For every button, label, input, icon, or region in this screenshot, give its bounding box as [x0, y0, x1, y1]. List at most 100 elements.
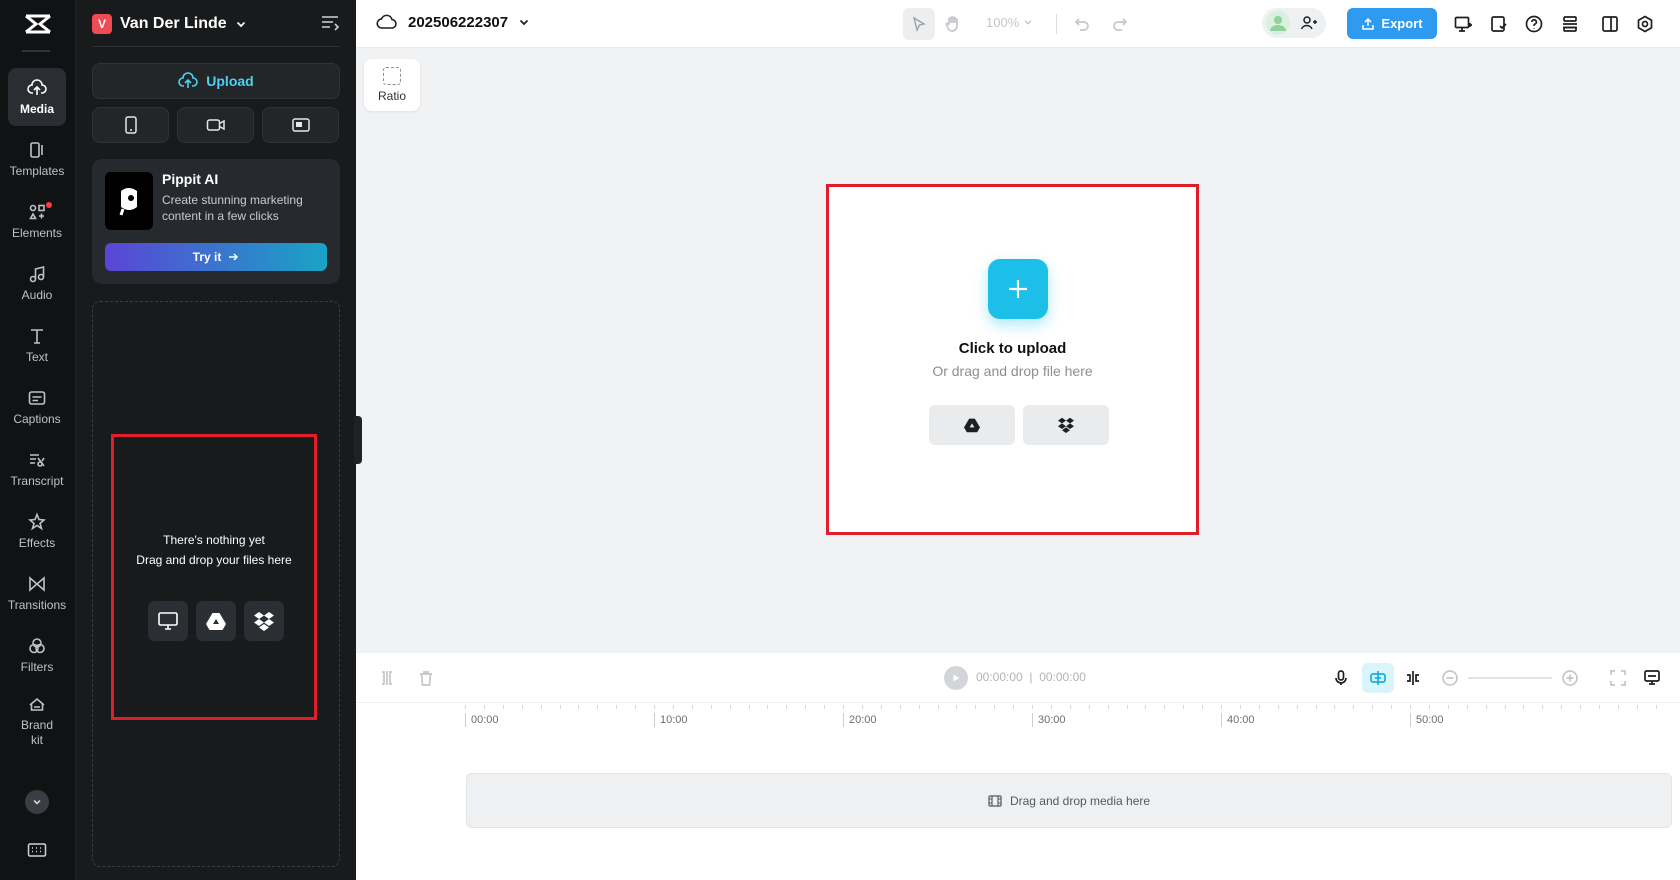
- panel-menu-icon[interactable]: [320, 14, 340, 32]
- ruler-minor-tick: [1126, 705, 1128, 709]
- ruler-minor-tick: [1561, 705, 1563, 709]
- brand-kit-icon: [29, 697, 45, 711]
- upload-subtitle: Or drag and drop file here: [932, 363, 1093, 379]
- chevron-down-icon: [33, 799, 41, 805]
- ruler-minor-tick: [1013, 705, 1015, 709]
- ruler-minor-tick: [975, 705, 977, 709]
- rail-item-text[interactable]: Text: [8, 316, 66, 374]
- rail-item-templates[interactable]: Templates: [8, 130, 66, 188]
- rail-item-media[interactable]: Media: [8, 68, 66, 126]
- workspace-switcher[interactable]: V Van Der Linde: [92, 12, 247, 36]
- dropbox-icon: [254, 612, 274, 631]
- dropbox-button[interactable]: [1023, 405, 1109, 445]
- keyboard-shortcuts-button[interactable]: [25, 838, 49, 862]
- rail-item-label: Filters: [20, 660, 54, 674]
- rail-item-effects[interactable]: Effects: [8, 502, 66, 560]
- upload-label: Upload: [206, 73, 254, 89]
- help-button[interactable]: [1522, 12, 1546, 36]
- undo-icon: [1074, 18, 1089, 31]
- ruler-minor-tick: [824, 705, 826, 709]
- rail-item-transcript[interactable]: Transcript: [8, 440, 66, 498]
- collaborators[interactable]: [1262, 8, 1326, 38]
- try-it-button[interactable]: Try it: [105, 243, 327, 271]
- monitor-icon: [158, 612, 178, 630]
- record-screen-button[interactable]: [262, 107, 339, 143]
- computer-upload-button[interactable]: [148, 601, 188, 641]
- ruler-minor-tick: [635, 705, 637, 709]
- review-button[interactable]: [1487, 12, 1511, 36]
- captions-icon: [28, 391, 46, 405]
- ruler-tick: 20:00: [843, 713, 877, 727]
- empty-media-state: There's nothing yet Drag and drop your f…: [111, 434, 317, 720]
- google-drive-button[interactable]: [929, 405, 1015, 445]
- templates-icon: [30, 142, 43, 158]
- notification-dot: [46, 202, 52, 208]
- capcut-logo[interactable]: [22, 12, 54, 36]
- hand-tool-button[interactable]: [941, 12, 965, 36]
- upload-button[interactable]: Upload: [92, 63, 340, 99]
- canvas-upload-card[interactable]: Click to upload Or drag and drop file he…: [826, 184, 1199, 535]
- rail-item-audio[interactable]: Audio: [8, 254, 66, 312]
- more-tools-button[interactable]: [25, 790, 49, 814]
- dropbox-button[interactable]: [244, 601, 284, 641]
- auto-snap-button[interactable]: [1362, 663, 1394, 693]
- ruler-minor-tick: [578, 705, 580, 709]
- redo-button[interactable]: [1108, 12, 1132, 36]
- ruler-minor-tick: [1164, 705, 1166, 709]
- ruler-minor-tick: [1391, 705, 1393, 709]
- chevron-down-icon: [236, 21, 245, 28]
- ruler-minor-tick: [1599, 705, 1600, 709]
- zoom-in-button[interactable]: [1559, 667, 1581, 689]
- layers-button[interactable]: [1558, 12, 1582, 36]
- ratio-button[interactable]: Ratio: [364, 59, 420, 111]
- rail-item-elements[interactable]: Elements: [8, 192, 66, 250]
- ruler-minor-tick: [880, 705, 882, 709]
- panel-collapse-handle[interactable]: [354, 416, 362, 464]
- music-note-icon: [29, 265, 45, 283]
- media-track-dropzone[interactable]: Drag and drop media here: [466, 773, 1672, 828]
- ruler-minor-tick: [483, 705, 485, 709]
- timeline-settings-button[interactable]: [1641, 667, 1663, 689]
- panel-layout-button[interactable]: [1598, 12, 1622, 36]
- timeline-zoom-slider[interactable]: [1468, 677, 1552, 679]
- rail-item-label: Transcript: [10, 474, 64, 488]
- undo-button[interactable]: [1070, 12, 1094, 36]
- rail-item-brand-kit[interactable]: Brand kit: [8, 688, 66, 754]
- ruler-minor-tick: [1296, 705, 1298, 709]
- ruler-minor-tick: [654, 705, 655, 709]
- ruler-tick: 30:00: [1032, 713, 1066, 727]
- present-button[interactable]: [1451, 12, 1475, 36]
- rail-item-filters[interactable]: Filters: [8, 626, 66, 684]
- add-media-button[interactable]: [988, 259, 1048, 319]
- rail-item-transitions[interactable]: Transitions: [8, 564, 66, 622]
- zoom-out-button[interactable]: [1439, 667, 1461, 689]
- play-button[interactable]: [944, 666, 968, 690]
- record-video-button[interactable]: [177, 107, 254, 143]
- zoom-level-select[interactable]: 100%: [986, 15, 1033, 30]
- ruler-minor-tick: [559, 705, 561, 709]
- ruler-minor-tick: [937, 705, 939, 709]
- microphone-button[interactable]: [1330, 667, 1352, 689]
- split-link-icon: [1407, 671, 1419, 685]
- settings-button[interactable]: [1633, 12, 1657, 36]
- export-button[interactable]: Export: [1347, 8, 1437, 39]
- link-tracks-button[interactable]: [1402, 667, 1424, 689]
- media-panel: V Van Der Linde Upload Pippit AI Create …: [76, 0, 356, 880]
- empty-source-buttons: [148, 601, 284, 641]
- ruler-minor-tick: [1315, 705, 1317, 709]
- rail-item-label: Elements: [11, 226, 63, 240]
- phone-upload-button[interactable]: [92, 107, 169, 143]
- split-button[interactable]: [376, 667, 398, 689]
- project-title-menu[interactable]: 202506222307: [376, 13, 530, 31]
- select-tool-button[interactable]: [903, 8, 935, 40]
- ruler-minor-tick: [1145, 705, 1147, 709]
- google-drive-button[interactable]: [196, 601, 236, 641]
- transcript-icon: [30, 454, 45, 467]
- ruler-minor-tick: [729, 705, 731, 709]
- delete-button[interactable]: [415, 667, 437, 689]
- ruler-minor-tick: [899, 705, 901, 709]
- rail-item-captions[interactable]: Captions: [8, 378, 66, 436]
- cloud-upload-icon: [27, 79, 47, 95]
- fit-timeline-button[interactable]: [1607, 667, 1629, 689]
- google-drive-icon: [206, 613, 226, 630]
